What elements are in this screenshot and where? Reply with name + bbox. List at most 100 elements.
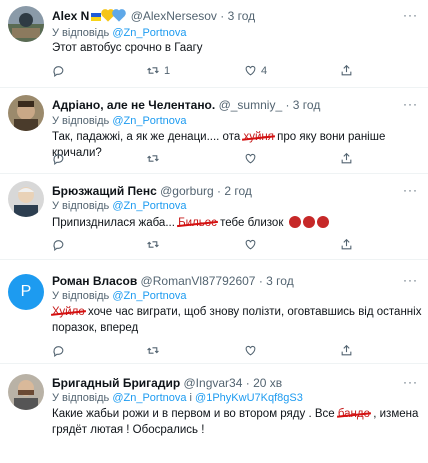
tweet-text-part: хоче час виграти, щоб знову полізти, ого… (84, 306, 422, 318)
reply-button[interactable] (52, 64, 69, 77)
author-name[interactable]: Роман Власов (52, 274, 137, 288)
reply-icon (53, 240, 64, 251)
tweet-header: Роман Власов @RomanVl87792607 · 3 год (52, 274, 294, 289)
tweet-alex[interactable]: Alex N @AlexNersesov · 3 год ··· У відпо… (0, 0, 428, 88)
like-button[interactable] (244, 344, 257, 357)
tweet-text-line: Какие жабьи рожи и в первом и во втором … (52, 406, 424, 422)
more-icon[interactable]: ··· (403, 8, 418, 22)
avatar-brigadny[interactable] (8, 374, 44, 410)
retweet-button[interactable] (146, 238, 160, 251)
like-button[interactable]: 4 (244, 64, 267, 77)
reply-mention[interactable]: @Zn_Portnova (112, 392, 186, 404)
tweet-text-part: Припизднилася жаба... (52, 217, 179, 229)
tweet-header: Адріано, але не Челентано. @_sumniy_ · 3… (52, 98, 320, 113)
reply-context: У відповідь @Zn_Portnova (52, 199, 186, 213)
redacted-word: Бильос (178, 217, 217, 229)
reply-button[interactable] (52, 344, 65, 357)
reply-prefix: У відповідь (52, 27, 110, 39)
tweet-time[interactable]: · 3 год (285, 98, 320, 112)
author-name[interactable]: Бригадный Бригадир (52, 376, 180, 390)
tweet-brigadny[interactable]: Бригадный Бригадир @Ingvar34 · 20 хв ···… (0, 364, 428, 463)
like-icon (245, 65, 256, 76)
like-icon (245, 239, 256, 250)
tweet-actions: 1 4 (52, 64, 412, 80)
reply-prefix: У відповідь (52, 200, 110, 212)
author-handle[interactable]: @AlexNersesov (131, 9, 217, 23)
ukraine-flag-icon (91, 13, 102, 21)
share-button[interactable] (340, 238, 353, 251)
tweet-text-part: тебе близок (216, 217, 284, 229)
author-handle[interactable]: @Ingvar34 (184, 376, 243, 390)
tweet-text-part: Так, падажжі, а як же денаци.... ота (52, 131, 244, 143)
like-count: 4 (261, 64, 268, 77)
reply-context: У відповідь @Zn_Portnova (52, 114, 186, 128)
more-icon[interactable]: ··· (403, 273, 418, 287)
angry-face-icon (288, 216, 301, 228)
reply-button[interactable] (52, 152, 65, 165)
tweet-text: Этот автобус срочно в Гаагу (52, 42, 203, 54)
retweet-count: 1 (164, 64, 171, 77)
more-icon[interactable]: ··· (403, 375, 418, 389)
avatar-roman[interactable]: P (8, 274, 44, 310)
tweet-text-part: , измена (370, 408, 419, 420)
share-icon (341, 152, 352, 164)
reply-button[interactable] (52, 238, 65, 251)
tweet-time[interactable]: · 2 год (217, 184, 252, 198)
tweet-header: Alex N @AlexNersesov · 3 год (52, 9, 255, 24)
angry-face-icon (302, 216, 315, 228)
tweet-text: Припизднилася жаба... Бильос тебе близок (52, 215, 412, 231)
like-button[interactable] (244, 238, 257, 251)
author-handle[interactable]: @_sumniy_ (219, 98, 283, 112)
tweet-text: Хуйло хоче час виграти, щоб знову полізт… (52, 304, 424, 336)
reply-mention[interactable]: @1PhyKwU7Kqf8gS3 (195, 392, 303, 404)
tweet-adriano[interactable]: Адріано, але не Челентано. @_sumniy_ · 3… (0, 88, 428, 174)
author-handle[interactable]: @gorburg (160, 184, 214, 198)
avatar-letter: P (20, 283, 32, 300)
author-name[interactable]: Адріано, але не Челентано. (52, 98, 215, 112)
tweet-header: Бригадный Бригадир @Ingvar34 · 20 хв (52, 376, 282, 391)
tweet-roman[interactable]: P Роман Власов @RomanVl87792607 · 3 год … (0, 260, 428, 364)
reply-mention[interactable]: @Zn_Portnova (112, 27, 186, 39)
tweet-text-line: Хуйло хоче час виграти, щоб знову полізт… (52, 304, 424, 320)
share-button[interactable] (340, 64, 353, 77)
retweet-icon (147, 67, 159, 74)
avatar-alex[interactable] (8, 6, 44, 42)
tweet-actions (52, 238, 412, 254)
more-icon[interactable]: ··· (403, 183, 418, 197)
reply-mention[interactable]: @Zn_Portnova (112, 200, 186, 212)
reply-mention[interactable]: @Zn_Portnova (112, 290, 186, 302)
avatar-bruzzhashchiy[interactable] (8, 181, 44, 217)
like-button[interactable] (244, 152, 257, 165)
tweet-time[interactable]: · 3 год (259, 274, 294, 288)
reply-prefix: У відповідь (52, 115, 110, 127)
like-icon (245, 153, 256, 164)
share-icon (341, 64, 352, 76)
retweet-icon (147, 241, 159, 248)
author-name[interactable]: Alex N (52, 9, 89, 23)
retweet-button[interactable]: 1 (146, 64, 170, 77)
tweet-time[interactable]: · 3 год (220, 9, 255, 23)
angry-face-icon (316, 216, 329, 228)
like-icon (245, 345, 256, 356)
redacted-word: Хуйло (52, 306, 85, 318)
retweet-button[interactable] (146, 152, 160, 165)
redacted-word: бандо (337, 408, 371, 420)
reply-prefix: У відповідь (52, 290, 110, 302)
author-name[interactable]: Брюзжащий Пенс (52, 184, 157, 198)
tweet-text-line: грядёт лютая ! Обосрались ! (52, 424, 205, 436)
avatar-adriano[interactable] (8, 95, 44, 131)
tweet-text-line: поразок, вперед (52, 322, 139, 334)
reply-icon (53, 154, 64, 165)
reply-prefix: У відповідь (52, 392, 110, 404)
tweet-actions (52, 344, 412, 360)
share-button[interactable] (340, 344, 353, 357)
share-button[interactable] (340, 152, 353, 165)
author-handle[interactable]: @RomanVl87792607 (141, 274, 256, 288)
more-icon[interactable]: ··· (403, 97, 418, 111)
tweet-bruzzhashchiy[interactable]: Брюзжащий Пенс @gorburg · 2 год ··· У ві… (0, 174, 428, 260)
tweet-time[interactable]: · 20 хв (246, 376, 282, 390)
tweet-header: Брюзжащий Пенс @gorburg · 2 год (52, 184, 252, 199)
retweet-button[interactable] (146, 344, 160, 357)
reply-mention[interactable]: @Zn_Portnova (112, 115, 186, 127)
reply-separator: і (186, 392, 196, 404)
